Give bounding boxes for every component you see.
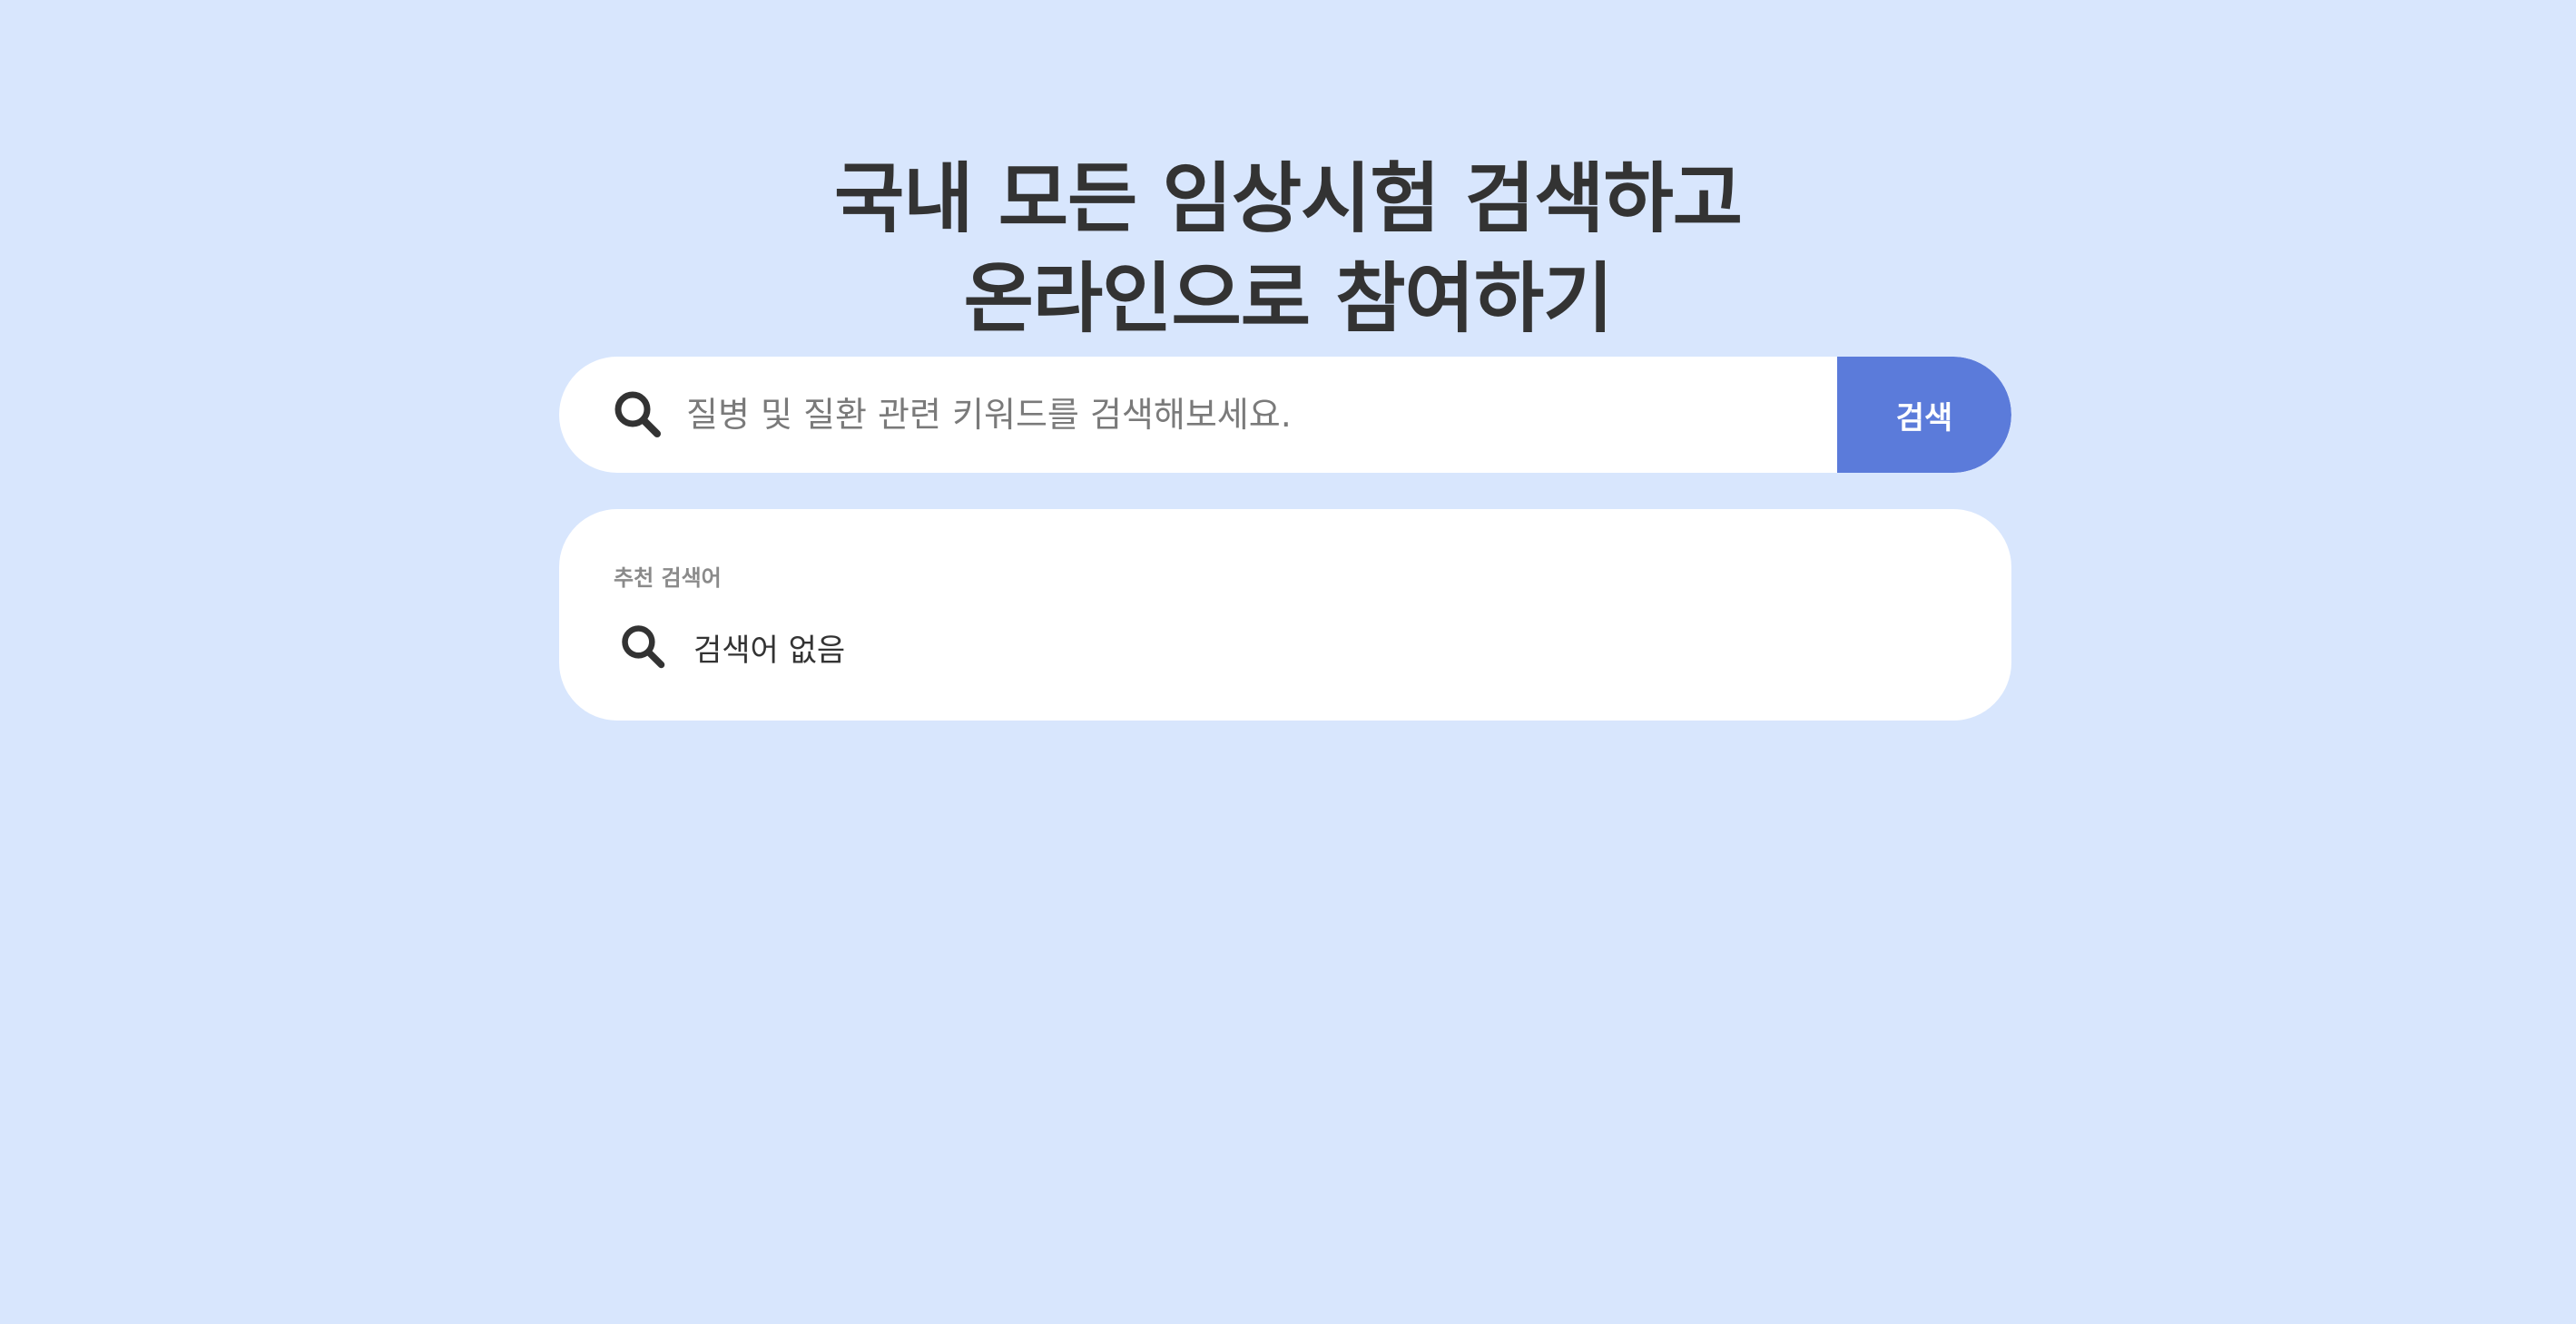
search-icon <box>619 623 668 672</box>
suggestion-item-text: 검색어 없음 <box>693 632 846 669</box>
page-title-line-2: 온라인으로 참여하기 <box>963 254 1614 344</box>
page-title-line-1: 국내 모든 임상시험 검색하고 <box>833 154 1743 244</box>
suggestion-panel: 추천 검색어 검색어 없음 <box>559 509 2011 721</box>
page-title: 국내 모든 임상시험 검색하고 온라인으로 참여하기 <box>0 149 2576 348</box>
search-button[interactable]: 검색 <box>1837 357 2011 473</box>
suggestion-label: 추천 검색어 <box>614 565 722 591</box>
search-bar: 검색 <box>559 357 2011 473</box>
search-input[interactable] <box>686 357 1837 473</box>
search-icon <box>612 388 664 441</box>
suggestion-item[interactable]: 검색어 없음 <box>619 620 845 674</box>
